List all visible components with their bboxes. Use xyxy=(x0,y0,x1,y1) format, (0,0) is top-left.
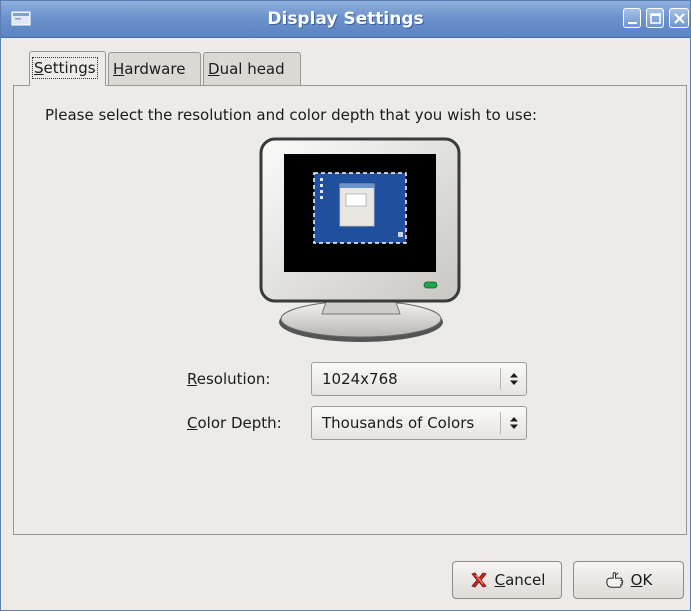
color-depth-select[interactable]: Thousands of Colors xyxy=(311,406,527,440)
window-title: Display Settings xyxy=(267,9,424,29)
display-settings-window: Display Settings Settings Hardware Dual … xyxy=(0,0,691,611)
minimize-icon xyxy=(628,22,637,24)
minimize-button[interactable] xyxy=(623,8,641,28)
resolution-label: Resolution: xyxy=(187,370,271,388)
resolution-select[interactable]: 1024x768 xyxy=(311,362,527,396)
instruction-text: Please select the resolution and color d… xyxy=(45,106,538,124)
settings-panel: Please select the resolution and color d… xyxy=(13,85,687,535)
tab-hardware-label: Hardware xyxy=(113,60,186,78)
cancel-button[interactable]: Cancel xyxy=(452,561,562,599)
combo-separator xyxy=(500,412,501,434)
color-depth-label: Color Depth: xyxy=(187,414,282,432)
monitor-preview-image xyxy=(259,137,461,342)
close-icon xyxy=(674,13,685,24)
cancel-x-icon xyxy=(470,572,487,588)
updown-arrow-icon xyxy=(510,417,518,429)
color-depth-value: Thousands of Colors xyxy=(322,414,475,432)
maximize-icon xyxy=(650,13,661,24)
combo-separator xyxy=(500,368,501,390)
tab-dual-head[interactable]: Dual head xyxy=(203,52,301,85)
tab-settings-label: Settings xyxy=(32,57,98,79)
ok-button-label: OK xyxy=(630,571,653,589)
tab-dual-head-label: Dual head xyxy=(208,60,285,78)
tab-hardware[interactable]: Hardware xyxy=(108,52,201,85)
cancel-button-label: Cancel xyxy=(494,571,546,589)
ok-hand-icon xyxy=(605,572,623,588)
maximize-button[interactable] xyxy=(646,8,664,28)
updown-arrow-icon xyxy=(510,373,518,385)
title-bar[interactable]: Display Settings xyxy=(1,1,690,38)
tab-settings[interactable]: Settings xyxy=(29,51,106,86)
close-button[interactable] xyxy=(669,8,689,28)
resolution-value: 1024x768 xyxy=(322,370,398,388)
ok-button[interactable]: OK xyxy=(573,561,684,599)
